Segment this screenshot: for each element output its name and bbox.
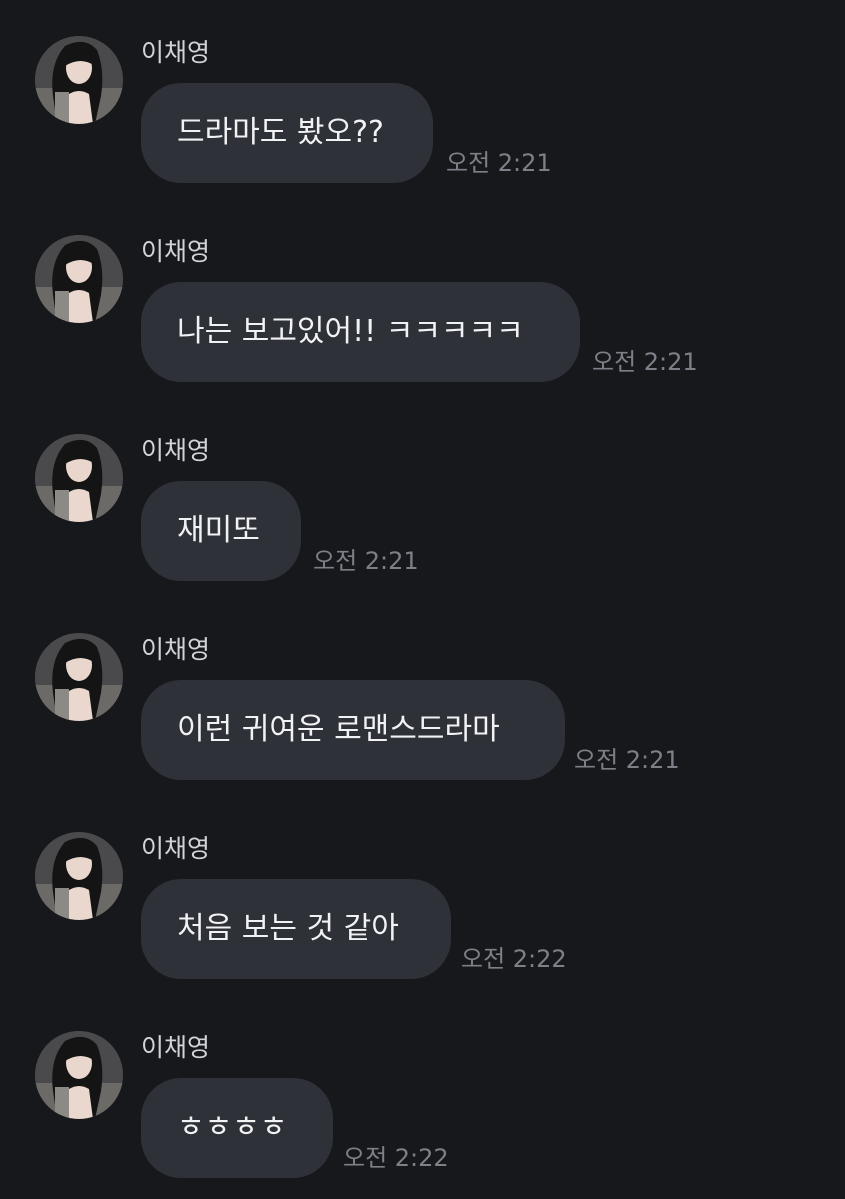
sender-name: 이채영 [141,635,211,664]
avatar[interactable] [35,1031,123,1119]
sender-name: 이채영 [141,436,211,465]
sender-name: 이채영 [141,834,211,863]
message-bubble[interactable]: 나는 보고있어!! ㅋㅋㅋㅋㅋ [141,282,580,382]
message-row: 이채영 재미또 오전 2:21 [0,398,845,597]
avatar[interactable] [35,235,123,323]
message-row: 이채영 이런 귀여운 로맨스드라마 오전 2:21 [0,597,845,796]
avatar[interactable] [35,832,123,920]
avatar[interactable] [35,434,123,522]
message-bubble[interactable]: 처음 보는 것 같아 [141,879,451,979]
message-timestamp: 오전 2:21 [446,149,552,177]
message-timestamp: 오전 2:21 [313,547,419,575]
profile-photo-icon [35,1031,123,1119]
profile-photo-icon [35,633,123,721]
profile-photo-icon [35,832,123,920]
message-bubble[interactable]: 재미또 [141,481,301,581]
profile-photo-icon [35,434,123,522]
profile-photo-icon [35,36,123,124]
message-bubble[interactable]: 드라마도 봤오?? [141,83,433,183]
message-row: 이채영 처음 보는 것 같아 오전 2:22 [0,796,845,995]
message-bubble[interactable]: ㅎㅎㅎㅎ [141,1078,333,1178]
sender-name: 이채영 [141,1033,211,1062]
message-bubble[interactable]: 이런 귀여운 로맨스드라마 [141,680,565,780]
message-timestamp: 오전 2:21 [592,348,698,376]
avatar[interactable] [35,633,123,721]
message-timestamp: 오전 2:22 [343,1144,449,1172]
message-row: 이채영 나는 보고있어!! ㅋㅋㅋㅋㅋ 오전 2:21 [0,199,845,398]
avatar[interactable] [35,36,123,124]
message-timestamp: 오전 2:22 [461,945,567,973]
message-timestamp: 오전 2:21 [574,746,680,774]
message-row: 이채영 드라마도 봤오?? 오전 2:21 [0,0,845,199]
message-row: 이채영 ㅎㅎㅎㅎ 오전 2:22 [0,995,845,1194]
sender-name: 이채영 [141,237,211,266]
profile-photo-icon [35,235,123,323]
chat-message-list[interactable]: 이채영 드라마도 봤오?? 오전 2:21 이채영 나는 보고있어!! ㅋㅋㅋㅋ… [0,0,845,1199]
sender-name: 이채영 [141,38,211,67]
